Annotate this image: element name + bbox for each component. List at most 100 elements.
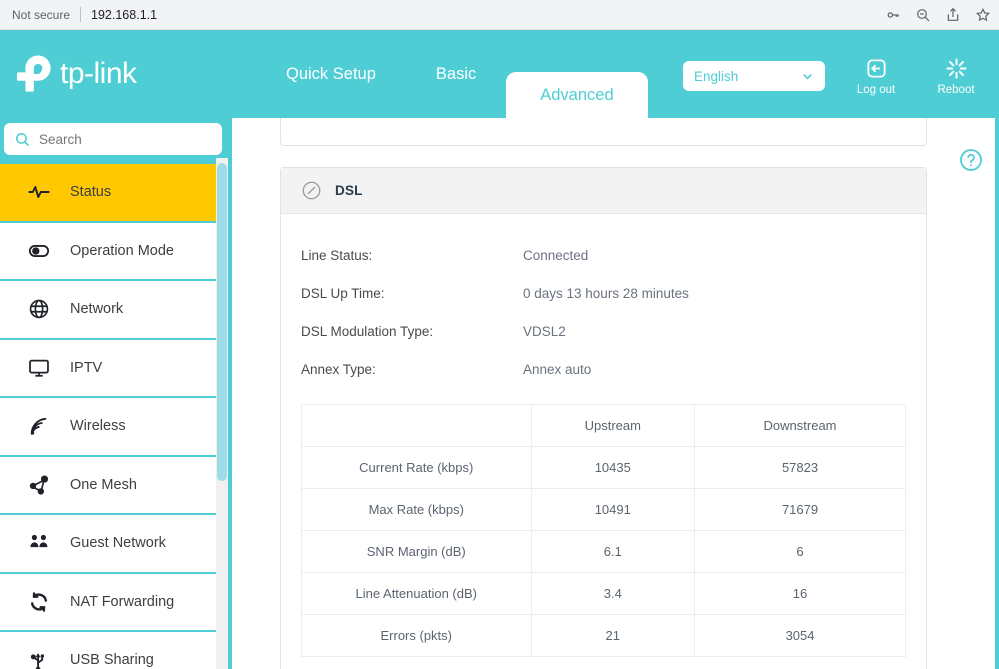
sidebar-item-label: USB Sharing bbox=[70, 652, 154, 669]
dsl-panel-title: DSL bbox=[335, 183, 363, 198]
dsl-panel-body: Line Status: Connected DSL Up Time: 0 da… bbox=[281, 214, 926, 669]
question-circle-icon[interactable] bbox=[959, 148, 983, 172]
cell-metric: Line Attenuation (dB) bbox=[301, 572, 532, 615]
sidebar-item-guest-network[interactable]: Guest Network bbox=[0, 515, 222, 572]
logout-icon bbox=[866, 58, 886, 78]
cell-downstream: 71679 bbox=[694, 488, 906, 531]
sidebar-scrollbar-thumb[interactable] bbox=[217, 163, 227, 481]
cell-upstream: 21 bbox=[530, 614, 696, 657]
refresh-icon bbox=[30, 591, 48, 612]
sidebar-item-operation-mode[interactable]: Operation Mode bbox=[0, 222, 222, 279]
logout-label: Log out bbox=[856, 83, 896, 96]
brand-logo[interactable]: tp-link bbox=[0, 30, 232, 118]
toggle-icon bbox=[28, 244, 50, 257]
browser-action-icons bbox=[885, 0, 991, 30]
field-value: Connected bbox=[523, 247, 589, 263]
dsl-panel: DSL Line Status: Connected DSL Up Time: … bbox=[280, 167, 927, 669]
field-value: Annex auto bbox=[523, 361, 592, 377]
cell-upstream: 10435 bbox=[530, 446, 696, 489]
field-label: DSL Modulation Type: bbox=[301, 323, 434, 339]
field-dsl-up-time: DSL Up Time: 0 days 13 hours 28 minutes bbox=[301, 274, 906, 312]
main-content: DSL Line Status: Connected DSL Up Time: … bbox=[232, 118, 999, 669]
language-selector[interactable]: English bbox=[683, 61, 825, 91]
sidebar-item-status[interactable]: Status bbox=[0, 164, 222, 221]
chevron-down-icon bbox=[803, 73, 812, 80]
cell-upstream: 6.1 bbox=[530, 530, 696, 573]
sidebar-item-wireless[interactable]: Wireless bbox=[0, 398, 222, 455]
sidebar-menu: Status Operation Mode Network IPTV Wirel… bbox=[0, 164, 232, 669]
field-label: Line Status: bbox=[301, 247, 373, 263]
sidebar-item-network[interactable]: Network bbox=[0, 281, 222, 338]
sidebar-item-label: Guest Network bbox=[70, 535, 166, 552]
tab-basic[interactable]: Basic bbox=[406, 30, 506, 118]
cell-upstream: 10491 bbox=[530, 488, 696, 531]
zoom-icon[interactable] bbox=[915, 7, 931, 23]
brand-name: tp-link bbox=[60, 57, 137, 90]
main-navigation-tabs: Quick Setup Basic Advanced bbox=[256, 30, 648, 118]
tplink-logo-icon bbox=[17, 55, 51, 92]
sidebar-item-label: Operation Mode bbox=[70, 242, 174, 259]
reboot-button[interactable]: Reboot bbox=[927, 57, 985, 96]
sidebar-item-iptv[interactable]: IPTV bbox=[0, 339, 222, 396]
field-label: DSL Up Time: bbox=[301, 285, 385, 301]
dsl-stats-table: Upstream Downstream Current Rate (kbps) … bbox=[301, 404, 906, 657]
key-icon[interactable] bbox=[885, 7, 901, 23]
sidebar-item-label: Wireless bbox=[70, 418, 126, 435]
table-row: Current Rate (kbps) 10435 57823 bbox=[301, 446, 906, 489]
cell-downstream: 57823 bbox=[694, 446, 906, 489]
bookmark-star-icon[interactable] bbox=[975, 7, 991, 23]
table-row: Max Rate (kbps) 10491 71679 bbox=[301, 488, 906, 531]
cell-downstream: 16 bbox=[694, 572, 906, 615]
sidebar-item-usb-sharing[interactable]: USB Sharing bbox=[0, 632, 222, 669]
field-annex-type: Annex Type: Annex auto bbox=[301, 350, 906, 388]
reboot-label: Reboot bbox=[937, 83, 975, 96]
table-row: SNR Margin (dB) 6.1 6 bbox=[301, 530, 906, 573]
app-body: Status Operation Mode Network bbox=[0, 118, 999, 669]
logout-button[interactable]: Log out bbox=[847, 57, 905, 96]
field-line-status: Line Status: Connected bbox=[301, 236, 906, 274]
address-bar-url[interactable]: 192.168.1.1 bbox=[91, 8, 157, 22]
pulse-icon bbox=[28, 186, 50, 199]
sidebar-item-one-mesh[interactable]: One Mesh bbox=[0, 456, 222, 513]
cell-downstream: 3054 bbox=[694, 614, 906, 657]
field-dsl-modulation-type: DSL Modulation Type: VDSL2 bbox=[301, 312, 906, 350]
app-header: tp-link Quick Setup Basic Advanced Engli… bbox=[0, 30, 999, 118]
cell-metric: SNR Margin (dB) bbox=[301, 530, 532, 573]
field-value: VDSL2 bbox=[523, 323, 566, 339]
share-icon[interactable] bbox=[945, 7, 961, 23]
cell-metric: Max Rate (kbps) bbox=[301, 488, 532, 531]
tab-advanced[interactable]: Advanced bbox=[506, 72, 648, 118]
sidebar-item-label: Network bbox=[70, 301, 124, 318]
column-header-upstream: Upstream bbox=[530, 404, 696, 447]
language-selected-value: English bbox=[694, 68, 739, 84]
cell-metric: Errors (pkts) bbox=[301, 614, 532, 657]
cell-metric: Current Rate (kbps) bbox=[301, 446, 532, 489]
usb-icon bbox=[30, 653, 44, 669]
dsl-panel-header: DSL bbox=[281, 168, 926, 214]
column-header-metric bbox=[301, 404, 532, 447]
reboot-icon bbox=[945, 57, 967, 79]
search-input[interactable] bbox=[39, 131, 212, 147]
monitor-icon bbox=[29, 359, 49, 377]
toolbar-divider bbox=[80, 7, 82, 22]
table-row: Errors (pkts) 21 3054 bbox=[301, 614, 906, 657]
mesh-icon bbox=[29, 475, 49, 495]
field-value: 0 days 13 hours 28 minutes bbox=[523, 285, 689, 301]
globe-icon bbox=[29, 299, 49, 319]
cell-downstream: 6 bbox=[694, 530, 906, 573]
search-box[interactable] bbox=[4, 123, 222, 155]
cell-upstream: 3.4 bbox=[530, 572, 696, 615]
table-row: Line Attenuation (dB) 3.4 16 bbox=[301, 572, 906, 615]
field-label: Annex Type: bbox=[301, 361, 376, 377]
sidebar-item-label: Status bbox=[70, 184, 112, 201]
sidebar-item-nat-forwarding[interactable]: NAT Forwarding bbox=[0, 573, 222, 630]
sidebar: Status Operation Mode Network bbox=[0, 118, 232, 669]
table-header-row: Upstream Downstream bbox=[301, 404, 906, 447]
sidebar-item-label: NAT Forwarding bbox=[70, 593, 175, 610]
tab-quick-setup[interactable]: Quick Setup bbox=[256, 30, 406, 118]
column-header-downstream: Downstream bbox=[694, 404, 906, 447]
users-icon bbox=[30, 535, 48, 548]
header-actions: English Log out Reboot bbox=[683, 30, 985, 118]
security-status-label: Not secure bbox=[12, 7, 71, 22]
wifi-icon bbox=[30, 418, 47, 436]
